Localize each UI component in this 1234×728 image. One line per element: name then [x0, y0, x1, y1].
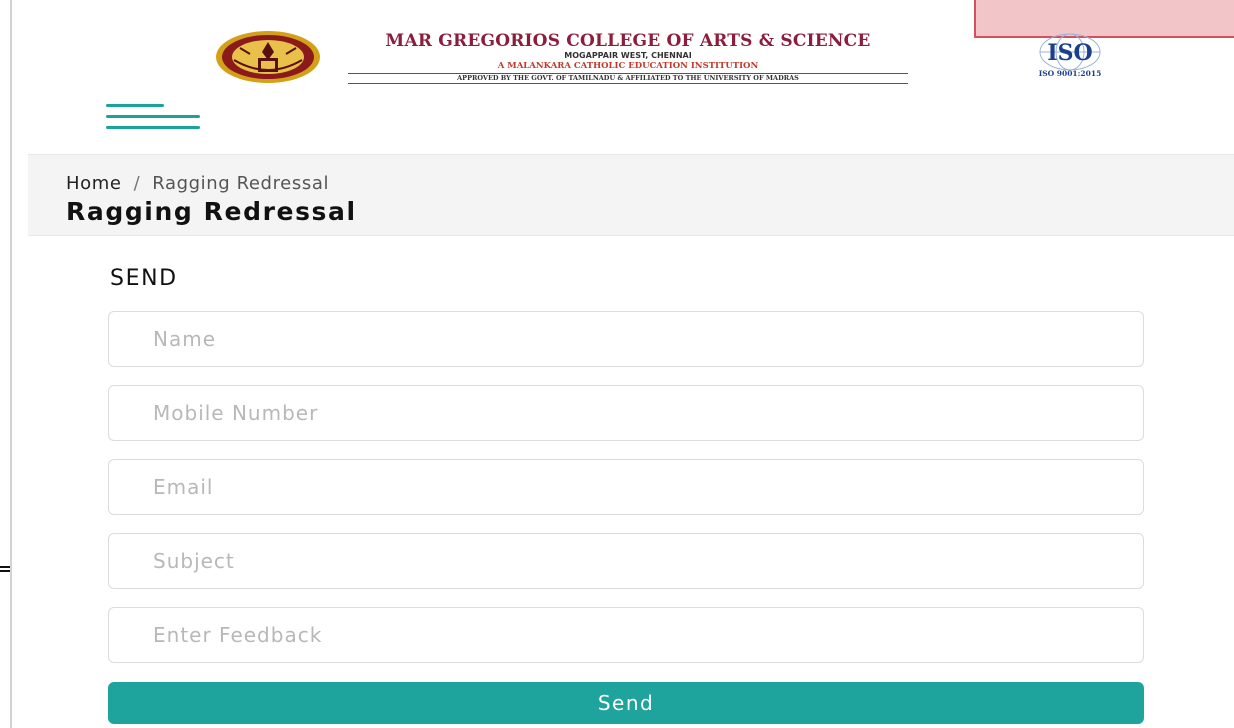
- page-title: Ragging Redressal: [66, 197, 357, 226]
- name-input[interactable]: [108, 311, 1144, 367]
- iso-certificate: ISO 9001:2015: [1039, 69, 1102, 78]
- college-crest-logo[interactable]: [214, 30, 322, 84]
- college-name: MAR GREGORIOS COLLEGE OF ARTS & SCIENCE: [385, 31, 871, 51]
- site-header: MAR GREGORIOS COLLEGE OF ARTS & SCIENCE …: [214, 28, 1126, 86]
- breadcrumb: Home / Ragging Redressal: [66, 173, 329, 194]
- breadcrumb-home-link[interactable]: Home: [66, 173, 122, 194]
- send-button[interactable]: Send: [108, 682, 1144, 724]
- college-approval: APPROVED BY THE GOVT. OF TAMILNADU & AFF…: [348, 74, 908, 84]
- form-heading: SEND: [110, 266, 178, 291]
- iso-logo: ISO ISO 9001:2015: [1039, 33, 1102, 78]
- iso-label: ISO: [1047, 40, 1092, 66]
- mobile-number-input[interactable]: [108, 385, 1144, 441]
- page-left-border: [10, 0, 12, 728]
- college-tagline: A MALANKARA CATHOLIC EDUCATION INSTITUTI…: [348, 61, 908, 74]
- college-location: MOGAPPAIR WEST, CHENNAI: [564, 51, 692, 60]
- subject-input[interactable]: [108, 533, 1144, 589]
- hamburger-icon[interactable]: [106, 104, 200, 134]
- email-input[interactable]: [108, 459, 1144, 515]
- left-edge-marker: [0, 566, 10, 572]
- breadcrumb-current: Ragging Redressal: [152, 173, 330, 194]
- page-header-band: Home / Ragging Redressal Ragging Redressal: [28, 154, 1234, 236]
- breadcrumb-separator: /: [133, 173, 141, 194]
- feedback-input[interactable]: [108, 607, 1144, 663]
- college-title-block: MAR GREGORIOS COLLEGE OF ARTS & SCIENCE …: [348, 32, 908, 84]
